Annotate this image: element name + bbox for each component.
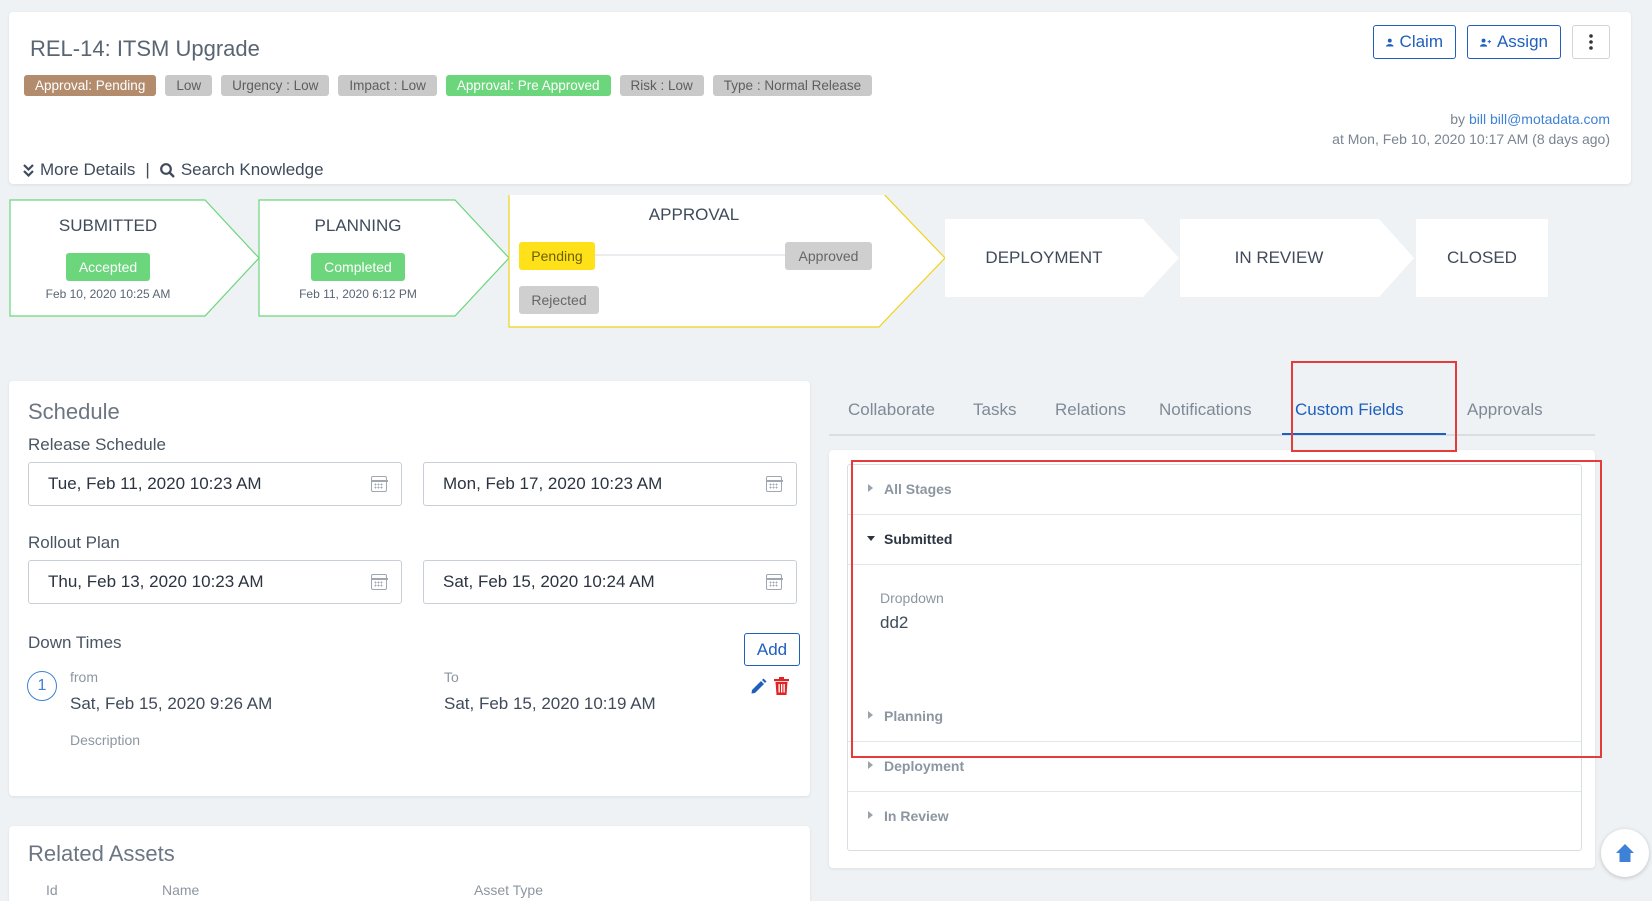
release-end-value: Mon, Feb 17, 2020 10:23 AM — [443, 474, 663, 493]
assign-label: Assign — [1496, 32, 1548, 51]
approval-rejected-badge[interactable]: Rejected — [519, 286, 599, 314]
downtime-from-value: Sat, Feb 15, 2020 9:26 AM — [70, 694, 273, 713]
stage-planning-date: Feb 11, 2020 6:12 PM — [299, 287, 417, 301]
urgency-tag: Urgency : Low — [221, 75, 330, 96]
tab-collaborate[interactable]: Collaborate — [848, 400, 935, 420]
stage-submitted-date: Feb 10, 2020 10:25 AM — [45, 287, 171, 301]
header-links: More Details | Search Knowledge — [23, 160, 324, 180]
release-schedule-label: Release Schedule — [28, 435, 166, 454]
requester-email[interactable]: bill@motadata.com — [1490, 111, 1610, 127]
stage-in-review-label: IN REVIEW — [1234, 248, 1324, 267]
calendar-icon[interactable] — [370, 476, 388, 492]
asset-column-type: Asset Type — [474, 882, 544, 898]
approval-pending-badge[interactable]: Pending — [519, 242, 595, 270]
kebab-icon — [1589, 34, 1593, 50]
impact-tag: Impact : Low — [338, 75, 437, 96]
stage-approval-label: APPROVAL — [648, 205, 740, 224]
approval-approved-badge[interactable]: Approved — [785, 242, 872, 270]
stage-deployment-label: DEPLOYMENT — [985, 248, 1103, 267]
calendar-icon[interactable] — [765, 574, 783, 590]
by-prefix: by — [1450, 111, 1466, 127]
release-type-tag: Type : Normal Release — [712, 75, 873, 96]
highlight-panel-box — [851, 460, 1602, 758]
assign-button[interactable]: Assign — [1467, 25, 1561, 59]
asset-column-id: Id — [46, 882, 58, 898]
down-times-label: Down Times — [28, 633, 122, 652]
pipeline-shapes — [9, 195, 1548, 328]
stage-planning-badge: Completed — [311, 253, 405, 281]
tab-approvals[interactable]: Approvals — [1467, 400, 1543, 420]
rollout-start-value: Thu, Feb 13, 2020 10:23 AM — [48, 572, 264, 591]
caret-right-icon — [868, 761, 873, 769]
accordion-in-review[interactable]: In Review — [848, 792, 1581, 842]
related-assets-title: Related Assets — [28, 841, 175, 866]
approval-status-tag: Approval: Pending — [24, 75, 157, 96]
delete-trash-icon[interactable] — [774, 677, 789, 695]
search-icon — [159, 162, 175, 178]
header-actions: Claim Assign — [1373, 25, 1610, 59]
add-downtime-button[interactable]: Add — [744, 633, 800, 666]
stage-submitted-badge: Accepted — [66, 253, 150, 281]
caret-right-icon — [868, 811, 873, 819]
tab-relations[interactable]: Relations — [1055, 400, 1126, 420]
stage-pipeline: SUBMITTED Accepted Feb 10, 2020 10:25 AM… — [9, 195, 1631, 345]
release-start-input[interactable]: Tue, Feb 11, 2020 10:23 AM — [28, 462, 402, 506]
downtime-to-label: To — [444, 669, 459, 685]
release-end-input[interactable]: Mon, Feb 17, 2020 10:23 AM — [423, 462, 797, 506]
claim-button[interactable]: Claim — [1373, 25, 1456, 59]
detail-tabs: Collaborate Tasks Relations Notification… — [829, 380, 1595, 436]
tab-tasks[interactable]: Tasks — [973, 400, 1016, 420]
schedule-card: Schedule Release Schedule Tue, Feb 11, 2… — [9, 381, 810, 796]
downtime-description-label: Description — [70, 732, 141, 748]
tag-list: Approval: Pending Low Urgency : Low Impa… — [24, 75, 873, 96]
created-at: at Mon, Feb 10, 2020 10:17 AM (8 days ag… — [1332, 131, 1610, 147]
requester-name[interactable]: bill — [1469, 111, 1486, 127]
rollout-start-input[interactable]: Thu, Feb 13, 2020 10:23 AM — [28, 560, 402, 604]
scroll-top-button[interactable] — [1601, 829, 1649, 877]
calendar-icon[interactable] — [765, 476, 783, 492]
calendar-icon[interactable] — [370, 574, 388, 590]
more-details-link[interactable]: More Details — [40, 160, 135, 180]
user-plus-icon — [1480, 38, 1491, 47]
search-knowledge-link[interactable]: Search Knowledge — [181, 160, 324, 180]
claim-label: Claim — [1399, 32, 1443, 51]
release-start-value: Tue, Feb 11, 2020 10:23 AM — [48, 474, 262, 493]
created-info: by bill bill@motadata.com at Mon, Feb 10… — [1332, 109, 1610, 149]
page-title: REL-14: ITSM Upgrade — [30, 36, 260, 61]
tab-notifications[interactable]: Notifications — [1159, 400, 1252, 420]
schedule-title: Schedule — [28, 399, 120, 424]
rollout-end-input[interactable]: Sat, Feb 15, 2020 10:24 AM — [423, 560, 797, 604]
stage-planning-label: PLANNING — [314, 216, 402, 235]
arrow-up-icon — [1616, 844, 1634, 862]
link-separator: | — [145, 160, 150, 179]
downtime-to-value: Sat, Feb 15, 2020 10:19 AM — [444, 694, 656, 713]
related-assets-card: Related Assets Id Name Asset Type — [9, 826, 810, 901]
downtime-from-label: from — [70, 669, 98, 685]
risk-tag: Risk : Low — [619, 75, 704, 96]
request-header: REL-14: ITSM Upgrade Approval: Pending L… — [9, 12, 1631, 184]
edit-pencil-icon[interactable] — [750, 678, 767, 695]
accordion-label: In Review — [884, 808, 949, 824]
accordion-label: Deployment — [884, 758, 965, 774]
double-chevron-down-icon — [23, 163, 34, 177]
highlight-tab-box — [1291, 361, 1457, 452]
rollout-plan-label: Rollout Plan — [28, 533, 120, 552]
more-options-button[interactable] — [1572, 25, 1610, 59]
downtime-index: 1 — [27, 671, 57, 701]
asset-column-name: Name — [162, 882, 200, 898]
stage-closed-label: CLOSED — [1447, 248, 1517, 267]
stage-submitted-label: SUBMITTED — [58, 216, 158, 235]
approval-type-tag: Approval: Pre Approved — [445, 75, 611, 96]
priority-tag: Low — [165, 75, 213, 96]
user-icon — [1386, 38, 1394, 47]
rollout-end-value: Sat, Feb 15, 2020 10:24 AM — [443, 572, 655, 591]
